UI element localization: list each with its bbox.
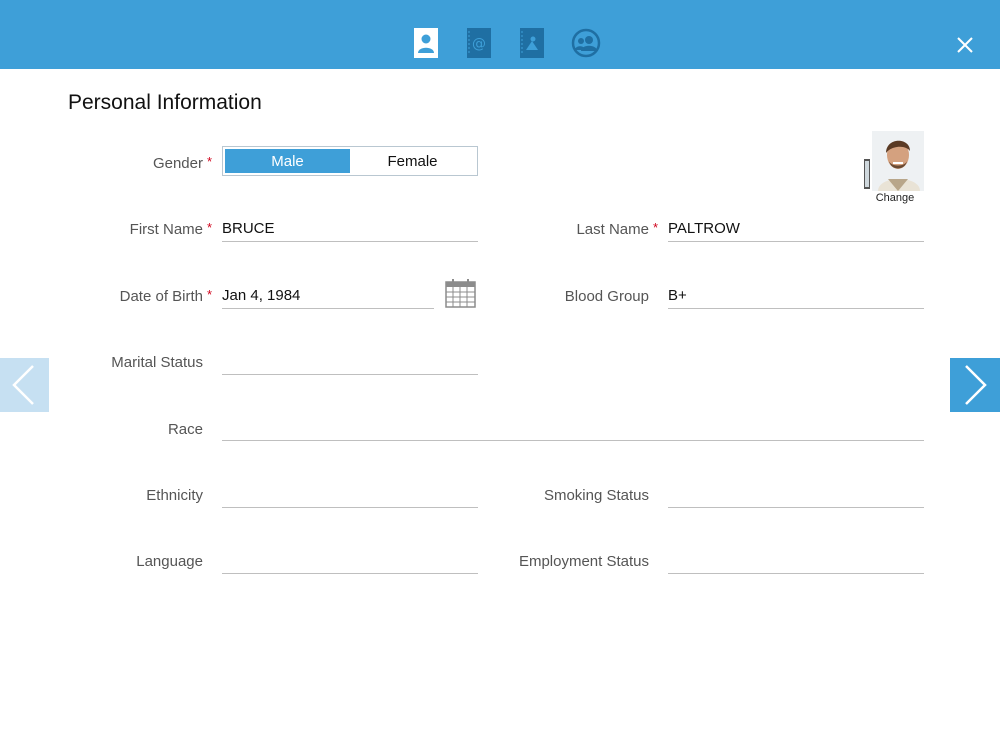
profile-photo[interactable] [864, 131, 924, 191]
address-book-icon [520, 28, 544, 58]
svg-text:@: @ [472, 36, 486, 52]
smoking-status-label: Smoking Status [543, 487, 649, 504]
address-tab[interactable] [520, 28, 544, 58]
close-button[interactable] [952, 32, 978, 58]
blood-group-label: Blood Group [564, 288, 649, 305]
dob-label: Date of Birth [119, 288, 203, 305]
marital-status-field[interactable] [222, 349, 478, 375]
ethnicity-label: Ethnicity [146, 487, 203, 504]
language-label: Language [136, 553, 203, 570]
marital-status-label: Marital Status [111, 354, 203, 371]
close-icon [957, 37, 973, 53]
employment-status-field[interactable] [668, 548, 924, 574]
first-name-field[interactable]: BRUCE [222, 216, 478, 242]
calendar-icon [445, 279, 476, 308]
smoking-status-field[interactable] [668, 482, 924, 508]
previous-page-button[interactable] [0, 358, 49, 412]
last-name-field[interactable]: PALTROW [668, 216, 924, 242]
top-bar: @ [0, 0, 1000, 69]
family-tab[interactable] [571, 28, 601, 58]
contact-tab[interactable]: @ [467, 28, 491, 58]
gender-segmented-control: Male Female [222, 146, 478, 176]
gender-label: Gender [152, 155, 203, 172]
change-photo-button[interactable]: Change [864, 192, 926, 204]
race-label: Race [167, 421, 203, 438]
blood-group-field[interactable]: B+ [668, 283, 924, 309]
gender-female-option[interactable]: Female [350, 149, 475, 173]
required-marker: * [207, 154, 213, 169]
chevron-right-icon [965, 365, 987, 405]
ethnicity-field[interactable] [222, 482, 478, 508]
employment-status-label: Employment Status [518, 553, 649, 570]
required-marker: * [207, 287, 213, 302]
required-marker: * [207, 220, 213, 235]
gender-male-option[interactable]: Male [225, 149, 350, 173]
personal-info-tab[interactable] [414, 28, 438, 58]
page-title: Personal Information [68, 91, 262, 114]
race-field[interactable] [222, 415, 924, 441]
dob-field[interactable]: Jan 4, 1984 [222, 283, 434, 309]
next-page-button[interactable] [950, 358, 1000, 412]
last-name-label: Last Name [576, 221, 649, 238]
language-field[interactable] [222, 548, 478, 574]
email-book-icon: @ [467, 28, 491, 58]
required-marker: * [653, 220, 659, 235]
avatar-photo-icon [864, 131, 924, 191]
first-name-label: First Name [129, 221, 203, 238]
contact-card-icon [414, 28, 438, 58]
group-icon [571, 28, 601, 58]
chevron-left-icon [12, 365, 34, 405]
calendar-button[interactable] [445, 279, 476, 308]
